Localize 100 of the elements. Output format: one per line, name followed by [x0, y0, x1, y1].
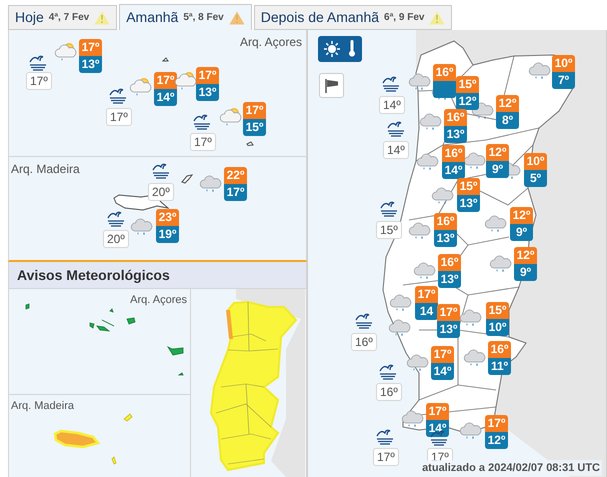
wind-layer-button[interactable] [319, 73, 344, 98]
min-temp: 13º [457, 195, 480, 212]
sea-temp: 14º [379, 96, 405, 114]
sea-temp: 16º [351, 333, 377, 351]
max-temp: 16º [438, 254, 461, 271]
day-tab[interactable]: Amanhã 5ª, 8 Fev [119, 4, 252, 30]
rain-cloud-icon [408, 71, 432, 91]
rain-cloud-icon [528, 60, 552, 80]
section-title: Avisos Meteorológicos [17, 266, 170, 285]
rain-cloud-icon [406, 352, 430, 372]
temperature-layer-button[interactable] [318, 36, 362, 62]
min-temp: 9º [510, 224, 533, 241]
min-temp: 11º [488, 358, 511, 375]
windsock-icon [324, 78, 339, 93]
rain-cloud-icon [130, 216, 154, 236]
min-temp: 13º [444, 126, 467, 143]
sea-temp: 20º [148, 183, 174, 201]
rain-cloud-icon [484, 213, 508, 233]
wave-icon [379, 201, 399, 217]
rain-cloud-icon [388, 317, 412, 337]
sea-temp: 17º [373, 448, 399, 466]
min-temp: 7º [552, 72, 575, 89]
max-temp: 10º [552, 55, 575, 72]
max-temp: 15º [457, 178, 480, 195]
sun-cloud-rain-icon [129, 77, 153, 97]
max-temp: 12º [510, 207, 533, 224]
sea-temp: 17º [26, 72, 52, 90]
min-temp: 13º [79, 56, 102, 73]
rain-cloud-icon [463, 347, 487, 367]
min-temp: 12º [485, 432, 508, 449]
max-temp: 17º [431, 346, 454, 363]
rain-cloud-icon [431, 185, 455, 205]
sea-temp: 14º [383, 141, 409, 159]
wave-icon [192, 114, 212, 130]
wave-icon [375, 429, 395, 445]
rain-cloud-icon [401, 408, 425, 428]
max-temp: 17º [154, 72, 177, 89]
region-label: Arq. Açores [240, 34, 302, 51]
rain-cloud-icon [459, 307, 483, 327]
max-temp: 17º [485, 415, 508, 432]
min-temp: 9º [514, 264, 537, 281]
sun-cloud-rain-icon [174, 71, 198, 91]
min-temp: 14 [415, 303, 438, 320]
min-temp: 14º [426, 420, 449, 437]
max-temp: 17º [415, 286, 438, 303]
region-label: Arq. Madeira [11, 161, 80, 178]
max-temp: 17º [243, 102, 266, 119]
rain-cloud-icon [489, 253, 513, 273]
day-tab[interactable]: Depois de Amanhã 6ª, 9 Fev [254, 5, 452, 30]
sea-temp: 17º [106, 108, 132, 126]
wave-icon [108, 88, 128, 104]
min-temp: 12º [456, 93, 479, 110]
max-temp: 16º [434, 213, 457, 230]
min-temp: 17º [224, 184, 247, 201]
wave-icon [378, 364, 398, 380]
min-temp: 13º [438, 271, 461, 288]
rain-cloud-icon [199, 173, 223, 193]
sea-temp: 15º [376, 221, 402, 239]
wave-icon [28, 55, 48, 71]
min-temp: 14º [431, 363, 454, 380]
max-temp: 12º [514, 247, 537, 264]
wave-icon [386, 121, 406, 137]
min-temp: 13º [434, 230, 457, 247]
islet-outline [246, 141, 254, 146]
max-temp: 16º [444, 109, 467, 126]
sun-cloud-rain-icon [219, 107, 243, 127]
rain-cloud-icon [459, 420, 483, 440]
max-temp: 15º [456, 76, 479, 93]
max-temp: 22º [224, 167, 247, 184]
sea-temp: 16º [376, 383, 402, 401]
region-label: Arq. Açores [130, 293, 187, 308]
max-temp: 17º [196, 67, 219, 84]
update-time: atualizado a 2024/02/07 08:31 UTC [420, 460, 602, 476]
max-temp: 17º [79, 39, 102, 56]
sun-icon [324, 41, 340, 57]
region-label: Arq. Madeira [11, 399, 74, 414]
min-temp: 9º [486, 161, 509, 178]
rain-cloud-icon [463, 150, 487, 170]
islet-outline [181, 174, 193, 184]
min-temp: 13º [437, 321, 460, 338]
rain-cloud-icon [419, 111, 443, 131]
wave-icon [106, 211, 126, 227]
max-temp: 16º [442, 145, 465, 162]
rain-cloud-icon [389, 292, 413, 312]
min-temp: 14º [154, 89, 177, 106]
max-temp: 15º [486, 302, 509, 319]
min-temp: 13º [196, 84, 219, 101]
sea-temp: 20º [103, 230, 129, 248]
min-temp-background [433, 81, 456, 98]
sun-cloud-rain-icon [54, 42, 78, 62]
rain-cloud-icon [408, 220, 432, 240]
max-temp: 17º [437, 304, 460, 321]
max-temp: 10º [524, 153, 547, 170]
day-tab[interactable]: Hoje 4ª, 7 Fev [8, 5, 118, 30]
min-temp: 10º [486, 319, 509, 336]
wave-icon [381, 76, 401, 92]
max-temp: 16º [488, 341, 511, 358]
min-temp: 8º [496, 112, 519, 129]
min-temp: 19º [156, 226, 179, 243]
sea-temp: 17º [190, 133, 216, 151]
